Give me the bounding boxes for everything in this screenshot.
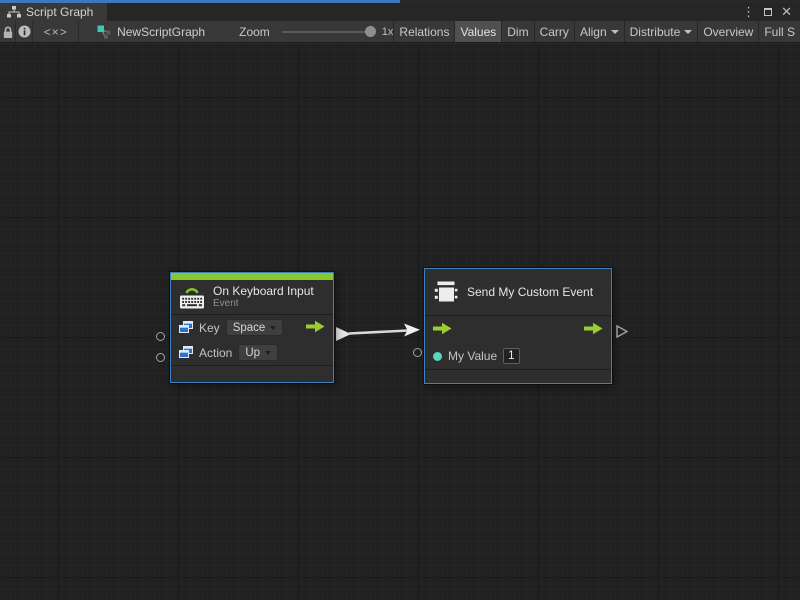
relations-label: Relations: [399, 21, 449, 43]
window-controls: ⋮ ✕: [742, 5, 800, 19]
chevron-down-icon: [684, 30, 692, 34]
values-label: Values: [460, 21, 496, 43]
overview-label: Overview: [703, 21, 753, 43]
zoom-slider-knob[interactable]: [365, 26, 376, 37]
maximize-icon[interactable]: [764, 8, 772, 16]
node-header: On Keyboard Input Event: [171, 280, 333, 314]
overview-button[interactable]: Overview: [697, 21, 758, 43]
node-subtitle: Event: [213, 298, 314, 310]
script-graph-asset-icon: [97, 25, 111, 39]
distribute-dropdown[interactable]: Distribute: [624, 21, 698, 43]
row-label: Action: [199, 346, 232, 360]
dim-toggle[interactable]: Dim: [501, 21, 533, 43]
node-row-flow: [425, 316, 611, 343]
align-dropdown[interactable]: Align: [574, 21, 624, 43]
lock-button[interactable]: [0, 21, 15, 43]
info-icon: [18, 25, 31, 38]
dropdown-caret-icon: [270, 326, 276, 330]
zoom-value: 1x: [382, 26, 394, 38]
connection-wire[interactable]: [0, 44, 800, 600]
fullscreen-label: Full S: [764, 21, 795, 43]
action-dropdown[interactable]: Up: [238, 344, 278, 361]
enum-icon: [179, 346, 193, 359]
flow-output-port[interactable]: [306, 320, 325, 336]
keyboard-icon: [179, 284, 205, 310]
code-preview-button[interactable]: <×>: [33, 21, 78, 43]
node-title: On Keyboard Input: [213, 284, 314, 298]
action-dropdown-value: Up: [245, 347, 260, 359]
values-toggle[interactable]: Values: [454, 21, 501, 43]
node-header: Send My Custom Event: [425, 269, 611, 315]
action-input-port[interactable]: [156, 353, 165, 362]
relations-toggle[interactable]: Relations: [393, 21, 454, 43]
code-icon: <×>: [44, 25, 68, 39]
tab-title: Script Graph: [26, 5, 93, 19]
node-row-action: Action Up: [171, 340, 333, 365]
value-port-dot[interactable]: [433, 352, 442, 361]
key-dropdown[interactable]: Space: [226, 319, 284, 336]
node-row-my-value: My Value 1: [425, 343, 611, 369]
enum-icon: [179, 321, 193, 334]
node-row-key: Key Space: [171, 315, 333, 340]
my-value-input-port[interactable]: [413, 348, 422, 357]
fullscreen-button[interactable]: Full S: [758, 21, 800, 43]
dim-label: Dim: [507, 21, 528, 43]
node-send-my-custom-event[interactable]: Send My Custom Event My Value 1: [424, 268, 612, 384]
lock-icon: [2, 25, 14, 39]
zoom-control: Zoom 1x: [239, 25, 393, 39]
node-footer: [425, 370, 611, 383]
graph-hierarchy-icon: [7, 6, 21, 18]
node-on-keyboard-input[interactable]: On Keyboard Input Event Key Space: [170, 272, 334, 383]
tab-bar: Script Graph ⋮ ✕: [0, 3, 800, 21]
info-button[interactable]: [16, 21, 32, 43]
dropdown-caret-icon: [265, 351, 271, 355]
close-icon[interactable]: ✕: [781, 5, 792, 19]
toolbar-separator: [78, 21, 79, 43]
node-title: Send My Custom Event: [467, 285, 593, 299]
distribute-label: Distribute: [630, 21, 681, 43]
row-label: Key: [199, 321, 220, 335]
graph-toolbar: <×> NewScriptGraph Zoom 1x Relations Val…: [0, 21, 800, 43]
chevron-down-icon: [611, 30, 619, 34]
graph-name: NewScriptGraph: [117, 25, 205, 39]
graph-canvas[interactable]: On Keyboard Input Event Key Space: [0, 44, 800, 600]
carry-toggle[interactable]: Carry: [534, 21, 574, 43]
key-input-port[interactable]: [156, 332, 165, 341]
flow-input-port[interactable]: [433, 322, 452, 338]
node-footer: [171, 366, 333, 382]
event-accent-strip: [171, 273, 333, 280]
script-graph-window: Script Graph ⋮ ✕ <×>: [0, 0, 800, 600]
row-label: My Value: [448, 349, 497, 363]
graph-breadcrumb[interactable]: NewScriptGraph: [97, 25, 205, 39]
toolbar-toggle-group: Relations Values Dim Carry Align Distrib…: [393, 21, 800, 43]
menu-icon[interactable]: ⋮: [742, 5, 755, 19]
key-dropdown-value: Space: [233, 322, 266, 334]
zoom-label: Zoom: [239, 25, 270, 39]
tab-script-graph[interactable]: Script Graph: [0, 3, 107, 21]
flow-output-port[interactable]: [584, 322, 603, 338]
custom-event-icon: [433, 279, 459, 305]
carry-label: Carry: [540, 21, 569, 43]
zoom-slider[interactable]: [282, 31, 374, 33]
my-value-input[interactable]: 1: [503, 348, 519, 364]
align-label: Align: [580, 21, 607, 43]
flow-continue-port[interactable]: [616, 325, 628, 338]
